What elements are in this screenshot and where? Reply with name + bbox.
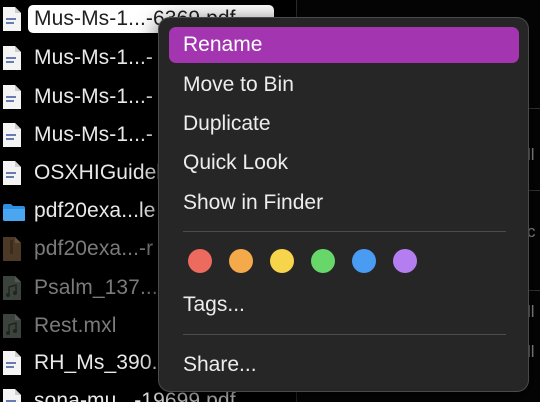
file-name: pdf20exa...le bbox=[34, 199, 156, 222]
folder-icon bbox=[2, 202, 25, 228]
tag-red-dot[interactable] bbox=[188, 249, 212, 273]
finder-window: ll c ll ll Mus-Ms-1...-6369.pdf Mus-Ms-1.… bbox=[0, 0, 540, 402]
music-file-icon bbox=[2, 313, 22, 339]
pane-divider-line bbox=[528, 108, 540, 109]
pdf-file-icon bbox=[2, 388, 22, 402]
menu-item-label: Share... bbox=[183, 353, 257, 376]
menu-item-label: Rename bbox=[183, 33, 263, 56]
pdf-file-icon bbox=[2, 84, 22, 110]
pdf-file-icon bbox=[2, 350, 22, 376]
pdf-file-icon bbox=[2, 45, 22, 71]
file-name: Mus-Ms-1...- bbox=[34, 85, 154, 108]
pane-divider-line bbox=[528, 190, 540, 191]
file-name: RH_Ms_390. bbox=[34, 351, 158, 374]
pane-divider-line bbox=[528, 290, 540, 291]
menu-item-label: Duplicate bbox=[183, 112, 271, 135]
tag-color-row bbox=[188, 249, 428, 275]
tag-orange-dot[interactable] bbox=[229, 249, 253, 273]
menu-item-label: Move to Bin bbox=[183, 73, 294, 96]
menu-item-label: Tags... bbox=[183, 293, 245, 316]
tag-green-dot[interactable] bbox=[311, 249, 335, 273]
file-name: pdf20exa...-r bbox=[34, 237, 154, 260]
context-menu: Rename Move to Bin Duplicate Quick Look … bbox=[158, 17, 529, 392]
tag-blue-dot[interactable] bbox=[352, 249, 376, 273]
tag-yellow-dot[interactable] bbox=[270, 249, 294, 273]
pdf-file-icon bbox=[2, 6, 22, 32]
pdf-file-icon bbox=[2, 122, 22, 148]
menu-item-label: Show in Finder bbox=[183, 191, 324, 214]
menu-item-quick-look[interactable]: Quick Look bbox=[169, 145, 519, 181]
menu-item-duplicate[interactable]: Duplicate bbox=[169, 106, 519, 142]
menu-item-rename[interactable]: Rename bbox=[169, 27, 519, 63]
menu-item-share[interactable]: Share... bbox=[169, 347, 519, 383]
music-file-icon bbox=[2, 275, 22, 301]
pdf-file-icon bbox=[2, 160, 22, 186]
file-name: Mus-Ms-1...- bbox=[34, 46, 154, 69]
file-name: Rest.mxl bbox=[34, 314, 117, 337]
menu-item-tags[interactable]: Tags... bbox=[169, 287, 519, 323]
menu-separator bbox=[183, 231, 506, 232]
file-name: Mus-Ms-1...- bbox=[34, 123, 154, 146]
menu-separator bbox=[183, 334, 506, 335]
archive-file-icon bbox=[2, 236, 22, 262]
menu-item-label: Quick Look bbox=[183, 151, 289, 174]
file-name: Psalm_137...c bbox=[34, 276, 169, 299]
menu-item-move-to-bin[interactable]: Move to Bin bbox=[169, 67, 519, 103]
menu-item-show-in-finder[interactable]: Show in Finder bbox=[169, 185, 519, 221]
tag-purple-dot[interactable] bbox=[393, 249, 417, 273]
file-name: OSXHIGuidel bbox=[34, 161, 162, 184]
